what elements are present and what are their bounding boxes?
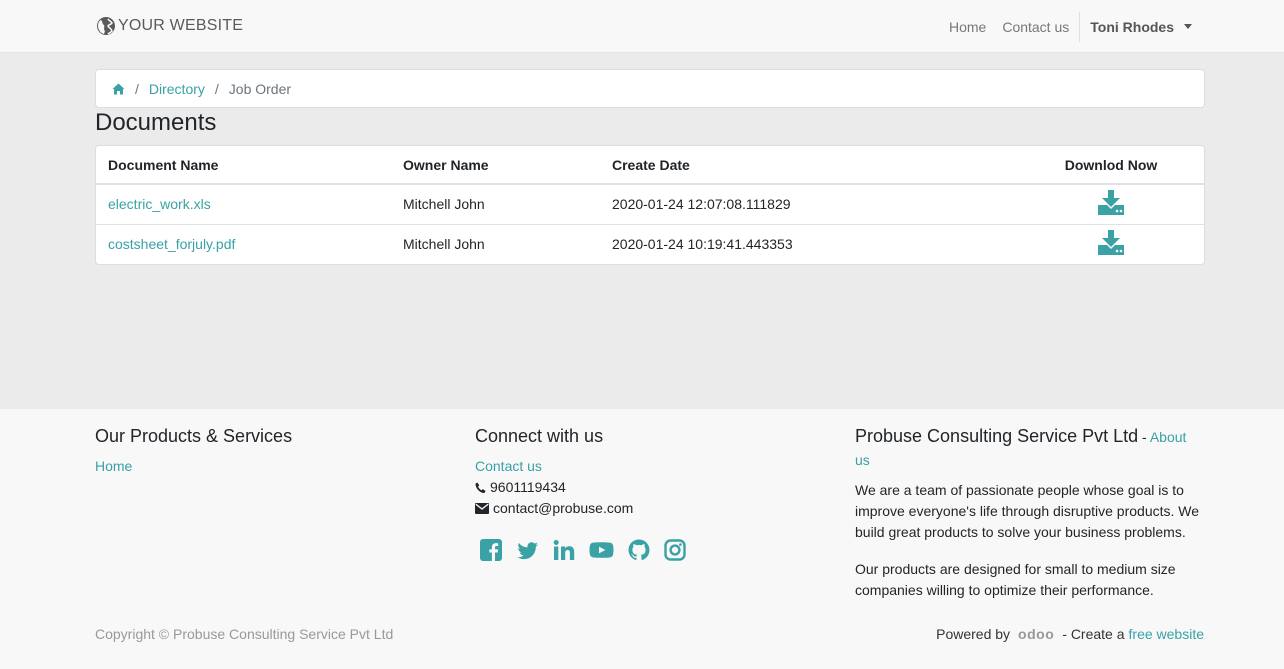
user-dropdown[interactable]: Toni Rhodes: [1082, 19, 1198, 35]
date-cell: 2020-01-24 10:19:41.443353: [600, 223, 1018, 264]
brand-text: YOUR WEBSITE: [118, 17, 244, 34]
breadcrumb-separator: /: [214, 80, 219, 97]
download-icon[interactable]: [1097, 189, 1125, 219]
github-icon[interactable]: [628, 539, 650, 564]
date-cell: 2020-01-24 12:07:08.111829: [612, 196, 791, 213]
breadcrumb-current: Job Order: [228, 80, 292, 97]
breadcrumb-directory-link[interactable]: Directory: [149, 81, 205, 97]
free-website-link[interactable]: free website: [1129, 626, 1204, 642]
table-header-row: Document Name Owner Name Create Date Dow…: [96, 146, 1204, 185]
page-title: Documents: [95, 109, 217, 136]
instagram-icon[interactable]: [664, 539, 686, 564]
owner-cell: Mitchell John: [403, 196, 485, 213]
header-download: Downlod Now: [1018, 146, 1204, 185]
site-logo[interactable]: YOUR WEBSITE: [96, 12, 243, 40]
header-document-name: Document Name: [96, 146, 391, 185]
table-row: electric_work.xls Mitchell John 2020-01-…: [96, 184, 1204, 224]
email-address: contact@probuse.com: [493, 500, 634, 516]
social-links: [480, 539, 815, 564]
table-row: costsheet_forjuly.pdf Mitchell John 2020…: [96, 223, 1204, 264]
company-description: We are a team of passionate people whose…: [855, 482, 1200, 540]
footer-products-title: Our Products & Services: [95, 426, 293, 446]
document-link[interactable]: electric_work.xls: [108, 196, 211, 212]
footer-company-column: Probuse Consulting Service Pvt Ltd - Abo…: [855, 425, 1205, 617]
footer-products-column: Our Products & Services Home: [95, 425, 435, 477]
caret-down-icon: [1184, 24, 1192, 29]
owner-cell: Mitchell John: [391, 223, 600, 264]
footer-connect-title: Connect with us: [475, 426, 604, 446]
nav-menu: Home Contact us Toni Rhodes: [941, 0, 1198, 53]
documents-table-card: Document Name Owner Name Create Date Dow…: [95, 145, 1205, 265]
company-description-2: Our products are designed for small to m…: [855, 561, 1176, 598]
footer: Our Products & Services Home Connect wit…: [0, 409, 1284, 669]
footer-connect-column: Connect with us Contact us 9601119434 co…: [475, 425, 815, 564]
odoo-logo[interactable]: odoo: [1018, 626, 1054, 642]
phone-icon: [475, 482, 486, 494]
youtube-icon[interactable]: [589, 539, 614, 564]
powered-by: Powered by odoo - Create a free website: [936, 626, 1204, 642]
globe-icon: [97, 17, 115, 35]
footer-company-title: Probuse Consulting Service Pvt Ltd - Abo…: [855, 426, 1187, 468]
download-icon[interactable]: [1097, 229, 1125, 259]
phone-number: 9601119434: [490, 479, 566, 495]
nav-home-link[interactable]: Home: [941, 19, 994, 35]
powered-by-label: Powered by: [936, 626, 1011, 642]
top-navbar: YOUR WEBSITE Home Contact us Toni Rhodes: [0, 0, 1284, 53]
breadcrumb: / Directory / Job Order: [95, 69, 1205, 108]
header-create-date: Create Date: [600, 146, 1018, 185]
documents-table: Document Name Owner Name Create Date Dow…: [96, 146, 1204, 264]
copyright-text: Copyright © Probuse Consulting Service P…: [95, 626, 394, 642]
document-link[interactable]: costsheet_forjuly.pdf: [108, 236, 235, 252]
user-name: Toni Rhodes: [1090, 18, 1174, 35]
envelope-icon: [475, 503, 489, 514]
nav-contact-link[interactable]: Contact us: [994, 19, 1077, 35]
footer-home-link[interactable]: Home: [95, 458, 132, 474]
footer-contact-link[interactable]: Contact us: [475, 458, 542, 474]
twitter-icon[interactable]: [516, 539, 539, 564]
breadcrumb-separator: /: [135, 80, 139, 97]
create-text: - Create a: [1062, 626, 1125, 642]
header-owner-name: Owner Name: [391, 146, 600, 185]
nav-divider: [1079, 11, 1081, 42]
home-icon[interactable]: [112, 83, 125, 95]
facebook-icon[interactable]: [480, 539, 502, 564]
linkedin-icon[interactable]: [553, 539, 575, 564]
